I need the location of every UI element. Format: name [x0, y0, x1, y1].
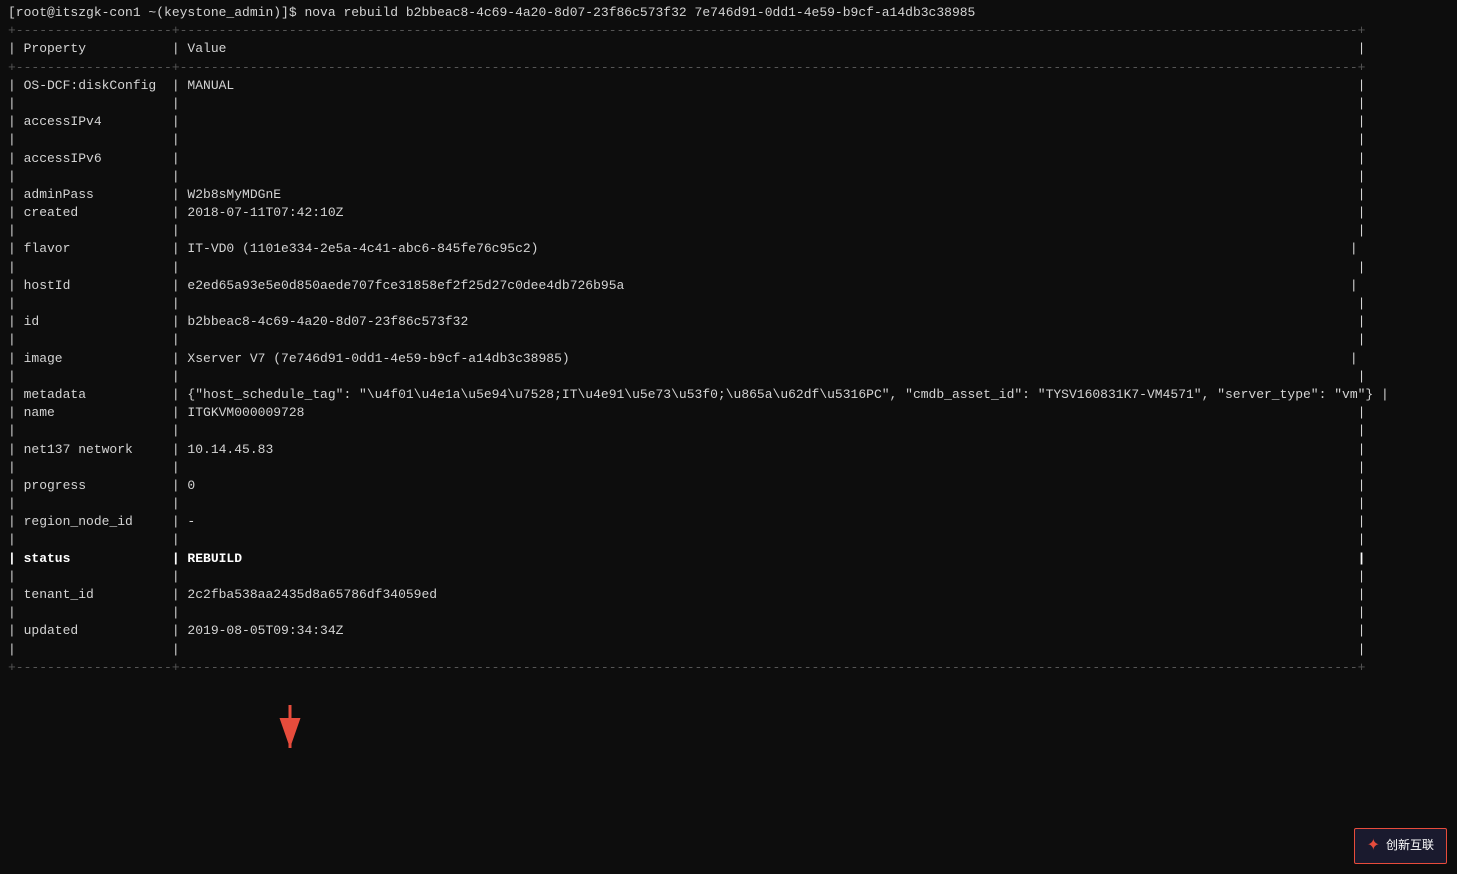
table-row: | | | [8, 459, 1449, 477]
table-row: | | | [8, 568, 1449, 586]
table-row: | progress | 0 | [8, 477, 1449, 495]
table-row: | | | [8, 531, 1449, 549]
table-row: | | | [8, 495, 1449, 513]
table-row: | | | [8, 331, 1449, 349]
table-row: | hostId | e2ed65a93e5e0d850aede707fce31… [8, 277, 1449, 295]
table-row: | created | 2018-07-11T07:42:10Z | [8, 204, 1449, 222]
watermark-text: 创新互联 [1386, 837, 1434, 854]
table-row: | | | [8, 368, 1449, 386]
table-row: | net137 network | 10.14.45.83 | [8, 441, 1449, 459]
table-row: | | | [8, 641, 1449, 659]
table-row: | flavor | IT-VD0 (1101e334-2e5a-4c41-ab… [8, 240, 1449, 258]
table-row: | accessIPv4 | | [8, 113, 1449, 131]
table-row: | status | REBUILD | [8, 550, 1449, 568]
separator-header: +--------------------+------------------… [8, 59, 1449, 77]
table-row: | updated | 2019-08-05T09:34:34Z | [8, 622, 1449, 640]
table-row: | | | [8, 95, 1449, 113]
table-row: | adminPass | W2b8sMyMDGnE | [8, 186, 1449, 204]
table-body: | OS-DCF:diskConfig | MANUAL || | [8, 77, 1449, 659]
command-prompt: [root@itszgk-con1 ~(keystone_admin)]$ no… [8, 4, 1449, 22]
table-row: | | | [8, 604, 1449, 622]
table-row: | | | [8, 131, 1449, 149]
separator-top: +--------------------+------------------… [8, 22, 1449, 40]
arrow-icon [270, 700, 350, 760]
table-row: | | | [8, 222, 1449, 240]
table-row: | OS-DCF:diskConfig | MANUAL | [8, 77, 1449, 95]
table-row: | metadata | {"host_schedule_tag": "\u4f… [8, 386, 1449, 404]
table-row: | tenant_id | 2c2fba538aa2435d8a65786df3… [8, 586, 1449, 604]
separator-bottom: +--------------------+------------------… [8, 659, 1449, 677]
table-header: | Property | Value | [8, 40, 1449, 58]
table-row: | | | [8, 422, 1449, 440]
table-row: | | | [8, 295, 1449, 313]
table-row: | image | Xserver V7 (7e746d91-0dd1-4e59… [8, 350, 1449, 368]
table-row: | id | b2bbeac8-4c69-4a20-8d07-23f86c573… [8, 313, 1449, 331]
arrow-annotation [270, 700, 350, 766]
table-row: | | | [8, 168, 1449, 186]
table-row: | | | [8, 259, 1449, 277]
terminal: [root@itszgk-con1 ~(keystone_admin)]$ no… [0, 0, 1457, 681]
table-row: | name | ITGKVM000009728 | [8, 404, 1449, 422]
watermark-badge: ✦ 创新互联 [1354, 828, 1447, 864]
watermark-icon: ✦ [1367, 835, 1380, 857]
table-row: | accessIPv6 | | [8, 150, 1449, 168]
table-row: | region_node_id | - | [8, 513, 1449, 531]
